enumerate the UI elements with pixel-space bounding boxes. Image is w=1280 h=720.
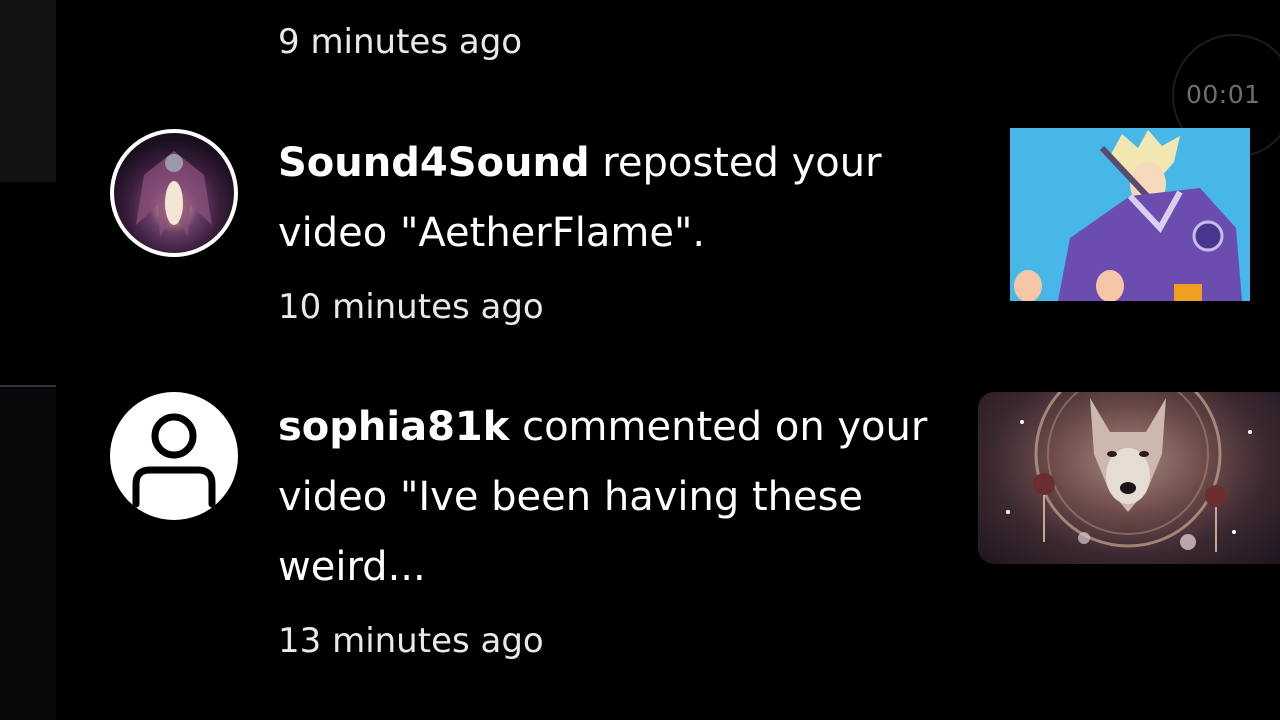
video-thumbnail[interactable] bbox=[978, 392, 1280, 564]
username-link[interactable]: Sound4Sound bbox=[278, 140, 590, 186]
timer-label: 00:01 bbox=[1186, 80, 1261, 109]
username-link[interactable]: sophia81k bbox=[278, 404, 509, 450]
anime-character-thumbnail-icon bbox=[1010, 128, 1250, 301]
default-user-icon bbox=[132, 413, 216, 508]
notification-time: 10 minutes ago bbox=[278, 287, 544, 327]
notifications-screen: 00:01 9 minutes ago Sound4Sound reposted… bbox=[0, 0, 1280, 720]
wolf-dreamcatcher-thumbnail-icon bbox=[1006, 392, 1252, 552]
user-avatar[interactable] bbox=[110, 129, 238, 257]
notification-text: Sound4Sound reposted your video "AetherF… bbox=[278, 128, 958, 268]
video-thumbnail[interactable] bbox=[1010, 128, 1250, 301]
notification-time: 13 minutes ago bbox=[278, 621, 544, 661]
side-panel-bottom bbox=[0, 387, 56, 720]
previous-notification-time: 9 minutes ago bbox=[278, 22, 523, 62]
side-panel-top bbox=[0, 0, 56, 182]
notification-text: sophia81k commented on your video "Ive b… bbox=[278, 392, 958, 602]
custom-art-avatar-icon bbox=[136, 151, 212, 237]
user-avatar[interactable] bbox=[110, 392, 238, 520]
